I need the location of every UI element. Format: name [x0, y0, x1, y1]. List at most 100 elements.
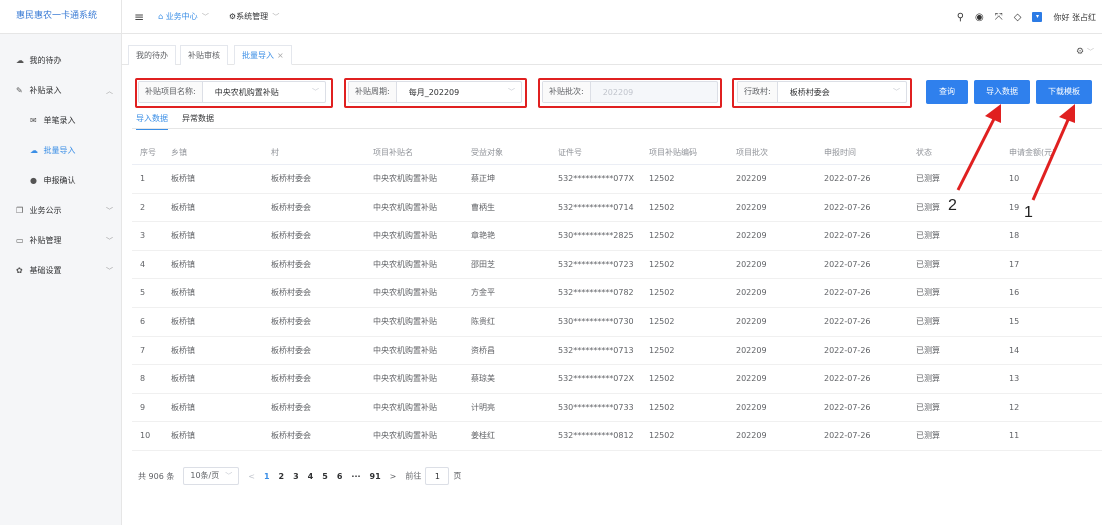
- arrowhead: [1059, 104, 1075, 123]
- sidebar-item-subsidy-mgmt[interactable]: ▭ 补贴管理 ﹀: [0, 226, 121, 256]
- table-cell: 蔡正坤: [471, 174, 495, 183]
- column-header[interactable]: 项目批次: [736, 140, 768, 165]
- nav-business-center[interactable]: ⌂ 业务中心 ﹀: [158, 11, 209, 22]
- page-number[interactable]: 6: [337, 472, 343, 481]
- page-number[interactable]: 91: [370, 472, 381, 481]
- table-cell: 12502: [649, 259, 675, 269]
- table-cell: 板桥村委会: [271, 231, 311, 241]
- table-cell: 板桥镇: [171, 374, 195, 384]
- highlight-box: [538, 78, 722, 108]
- table-cell: 2: [140, 202, 146, 212]
- tab-batch-import[interactable]: 批量导入 ×: [234, 45, 292, 65]
- pagination: 共 906 条 10条/页 ﹀ < 1 2 3 4 5 6 ··· 91 > 前往…: [138, 467, 461, 485]
- table-row[interactable]: 6 板桥镇 板桥村委会 中央农机购置补贴 陈贵红 530**********0730 125…: [132, 308, 1102, 337]
- table-cell: 已测算: [916, 374, 940, 384]
- prev-page-icon[interactable]: <: [248, 472, 255, 481]
- table-cell: 202209: [736, 402, 767, 412]
- table-cell: 15: [1009, 316, 1020, 326]
- page-number[interactable]: 3: [293, 472, 299, 481]
- diamond-icon[interactable]: ◇: [1014, 12, 1022, 23]
- sidebar-item-batch-import[interactable]: ☁ 批量导入: [0, 136, 121, 166]
- table-cell: 532**********0714: [558, 202, 634, 212]
- table-row[interactable]: 3 板桥镇 板桥村委会 中央农机购置补贴 章艳艳 530**********2825 125…: [132, 222, 1102, 251]
- table-row[interactable]: 5 板桥镇 板桥村委会 中央农机购置补贴 方金平 532**********0782 125…: [132, 279, 1102, 308]
- table-cell: 中央农机购置补贴: [373, 402, 437, 412]
- close-icon[interactable]: ×: [277, 51, 284, 60]
- table-cell: 12502: [649, 316, 675, 326]
- menu-toggle-icon[interactable]: ≡: [134, 10, 144, 24]
- table-cell: 已测算: [916, 402, 940, 412]
- upload-icon: ☁: [30, 146, 38, 155]
- table-cell: 12502: [649, 402, 675, 412]
- column-header[interactable]: 受益对象: [471, 140, 503, 165]
- page-number[interactable]: 4: [308, 472, 314, 481]
- table-row[interactable]: 7 板桥镇 板桥村委会 中央农机购置补贴 资桥昌 532**********0713 125…: [132, 337, 1102, 366]
- next-page-icon[interactable]: >: [390, 472, 397, 481]
- table-cell: 10: [1009, 174, 1020, 183]
- table-cell: 532**********0713: [558, 345, 634, 355]
- column-header[interactable]: 村: [271, 140, 279, 165]
- sidebar-item-confirm[interactable]: ● 申报确认: [0, 166, 121, 196]
- table-cell: 板桥镇: [171, 288, 195, 298]
- pencil-icon: ✎: [16, 86, 23, 95]
- tab-tools[interactable]: ⚙ ﹀: [1076, 47, 1094, 57]
- table-cell: 中央农机购置补贴: [373, 288, 437, 298]
- query-button[interactable]: 查询: [926, 80, 968, 104]
- table-cell: 曹柄生: [471, 202, 495, 212]
- tab-todo[interactable]: 我的待办: [128, 45, 176, 65]
- tab-review[interactable]: 补贴审核: [180, 45, 228, 65]
- gear-icon[interactable]: ⚙: [1076, 47, 1084, 57]
- table-cell: 1: [140, 174, 146, 183]
- table-cell: 12502: [649, 345, 675, 355]
- sidebar-item-single-entry[interactable]: ✉ 单笔录入: [0, 106, 121, 136]
- target-icon[interactable]: ◉: [975, 12, 984, 23]
- column-header[interactable]: 项目补贴名: [373, 140, 413, 165]
- nav-system-mgmt[interactable]: ⚙系统管理 ﹀: [229, 11, 279, 22]
- column-header[interactable]: 申报时间: [824, 140, 856, 165]
- table-cell: 5: [140, 288, 146, 298]
- table-row[interactable]: 10 板桥镇 板桥村委会 中央农机购置补贴 姜桂红 532**********0812 12…: [132, 422, 1102, 451]
- table-cell: 中央农机购置补贴: [373, 231, 437, 241]
- table-cell: 中央农机购置补贴: [373, 316, 437, 326]
- page-number[interactable]: 2: [279, 472, 285, 481]
- download-template-button[interactable]: 下载模板: [1036, 80, 1092, 104]
- table-cell: 202209: [736, 431, 767, 441]
- column-header[interactable]: 申请金额(元): [1009, 140, 1102, 165]
- sidebar-item-todo[interactable]: ☁ 我的待办: [0, 46, 121, 76]
- page-number[interactable]: 1: [264, 472, 270, 481]
- user-greeting[interactable]: 你好 张占红: [1053, 12, 1096, 23]
- import-data-button[interactable]: 导入数据: [974, 80, 1030, 104]
- chevron-down-icon: ﹀: [106, 237, 113, 245]
- goto-page-input[interactable]: [425, 467, 450, 485]
- column-header[interactable]: 序号: [140, 140, 156, 165]
- annotation-marker-2: 2: [948, 197, 957, 214]
- table-row[interactable]: 9 板桥镇 板桥村委会 中央农机购置补贴 计明亮 530**********0733 125…: [132, 394, 1102, 423]
- avatar[interactable]: ▾: [1032, 12, 1043, 22]
- table-cell: 17: [1009, 259, 1020, 269]
- table-cell: 已测算: [916, 202, 940, 212]
- column-header[interactable]: 项目补贴编码: [649, 140, 697, 165]
- table-cell: 2022-07-26: [824, 316, 871, 326]
- sidebar-item-publicity[interactable]: ❐ 业务公示 ﹀: [0, 196, 121, 226]
- highlight-box: [135, 78, 333, 108]
- page-size-select[interactable]: 10条/页 ﹀: [183, 467, 240, 485]
- search-icon[interactable]: ⚲: [957, 12, 964, 23]
- column-header[interactable]: 证件号: [558, 140, 582, 165]
- table-cell: 532**********0782: [558, 288, 634, 298]
- table-row[interactable]: 4 板桥镇 板桥村委会 中央农机购置补贴 邵田芝 532**********0723 125…: [132, 251, 1102, 280]
- table-row[interactable]: 8 板桥镇 板桥村委会 中央农机购置补贴 蔡琼美 532**********072X 125…: [132, 365, 1102, 394]
- sidebar-item-basic-settings[interactable]: ✿ 基础设置 ﹀: [0, 256, 121, 286]
- table-cell: 530**********0730: [558, 316, 634, 326]
- page-ellipsis[interactable]: ···: [351, 472, 360, 481]
- table-cell: 中央农机购置补贴: [373, 431, 437, 441]
- table-cell: 12502: [649, 374, 675, 384]
- column-header[interactable]: 状态: [916, 140, 932, 165]
- table-cell: 12502: [649, 202, 675, 212]
- table-cell: 板桥村委会: [271, 374, 311, 384]
- page-number[interactable]: 5: [322, 472, 328, 481]
- fullscreen-icon[interactable]: ⤧: [995, 12, 1003, 23]
- table-row[interactable]: 1 板桥镇 板桥村委会 中央农机购置补贴 蔡正坤 532**********077X 125…: [132, 165, 1102, 194]
- table-cell: 蔡琼美: [471, 374, 495, 384]
- sidebar-item-subsidy-entry[interactable]: ✎ 补贴录入 ︿: [0, 76, 121, 106]
- column-header[interactable]: 乡镇: [171, 140, 187, 165]
